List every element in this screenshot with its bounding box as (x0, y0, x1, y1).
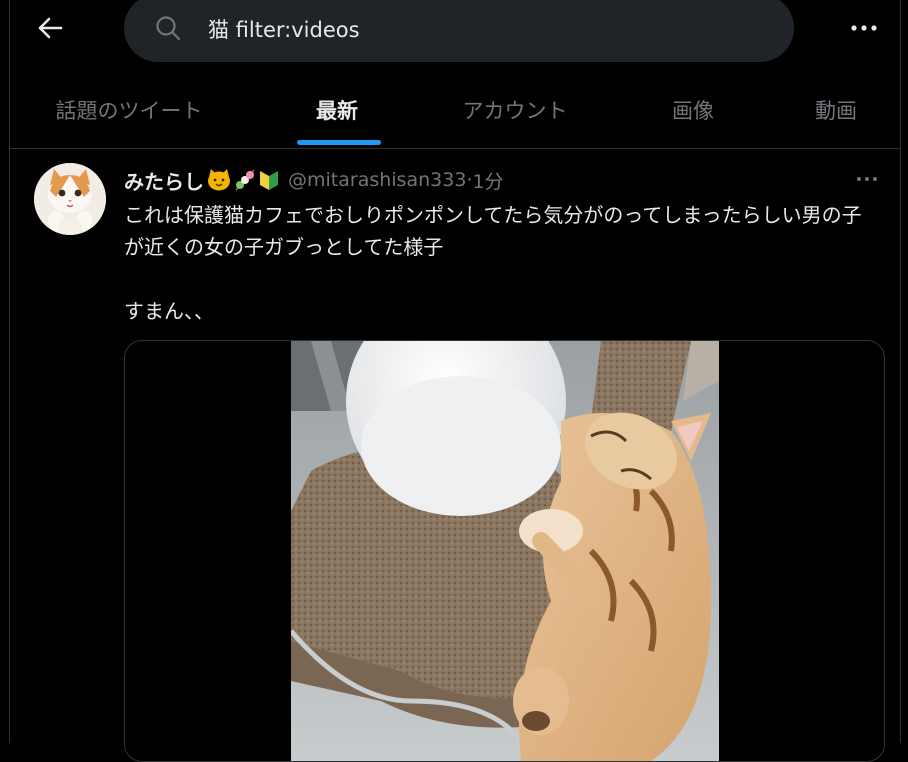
tab-people[interactable]: アカウント (426, 72, 604, 148)
active-tab-indicator (297, 140, 381, 145)
video-player[interactable] (124, 340, 885, 762)
tab-photos[interactable]: 画像 (604, 72, 782, 148)
tab-latest[interactable]: 最新 (248, 72, 426, 148)
search-header: 猫 filter:videos 話題のツイート 最新 アカウント 画像 動画 (10, 0, 900, 149)
dango-emoji-icon (235, 169, 255, 191)
display-name[interactable]: みたらし (124, 166, 204, 195)
back-button[interactable] (32, 10, 68, 46)
video-frame (291, 341, 719, 761)
back-arrow-icon (38, 17, 63, 39)
more-icon (851, 25, 877, 31)
tweet-more-button[interactable] (852, 169, 882, 189)
tweet-timestamp[interactable]: 1分 (472, 167, 503, 194)
tweet-handle[interactable]: @mitarashisan333 (288, 169, 466, 191)
beginner-mark-icon (260, 171, 278, 190)
search-tabs: 話題のツイート 最新 アカウント 画像 動画 (10, 72, 900, 148)
tab-top[interactable]: 話題のツイート (10, 72, 248, 148)
cat-video-thumbnail (291, 341, 719, 761)
tab-videos[interactable]: 動画 (782, 72, 890, 148)
avatar[interactable] (34, 163, 106, 235)
search-bar[interactable]: 猫 filter:videos (124, 0, 794, 62)
cat-face-emoji-icon (208, 169, 230, 191)
tweet-text: これは保護猫カフェでおしりポンポンしてたら気分がのってしまったらしい男の子が近く… (124, 203, 862, 323)
search-icon (156, 16, 181, 41)
tweet[interactable]: みたらし @mitarashisan333 · 1分 これは保護猫カフェでおしり… (10, 149, 900, 762)
tweet-header: みたらし @mitarashisan333 · 1分 (124, 165, 504, 195)
search-input[interactable]: 猫 filter:videos (208, 14, 360, 44)
more-options-button[interactable] (844, 10, 884, 46)
more-icon (857, 177, 877, 181)
cat-avatar-icon (34, 163, 106, 235)
name-emojis (206, 168, 280, 192)
main-column: 猫 filter:videos 話題のツイート 最新 アカウント 画像 動画 み… (9, 0, 901, 762)
